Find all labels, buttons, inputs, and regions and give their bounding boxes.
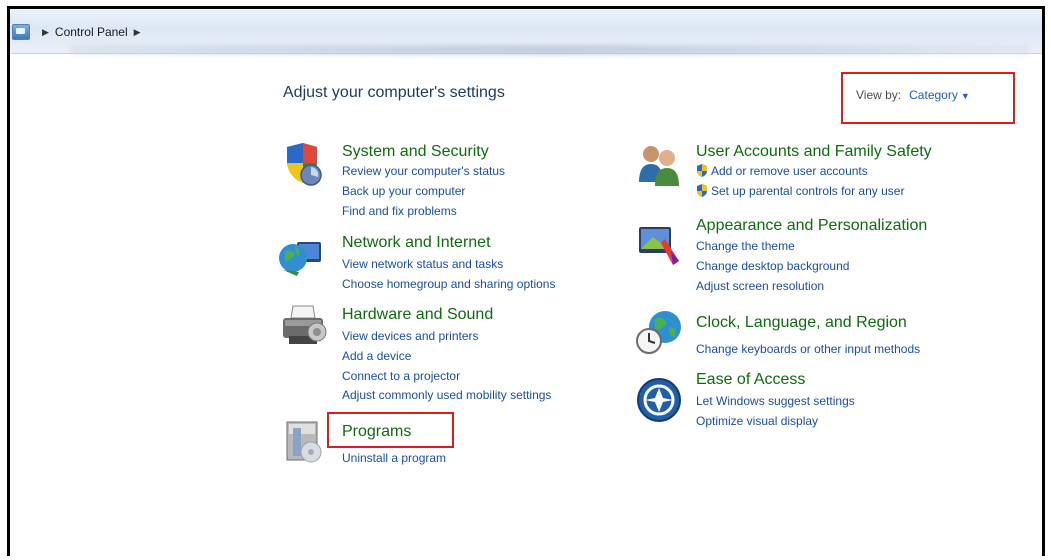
programs-icon[interactable] xyxy=(279,418,327,466)
view-by-dropdown[interactable]: Category ▼ xyxy=(909,88,970,102)
network-globe-icon[interactable] xyxy=(277,232,325,280)
chevron-right-icon[interactable]: ▶ xyxy=(134,27,141,38)
shield-icon[interactable] xyxy=(279,139,327,187)
uac-shield-icon xyxy=(697,164,707,177)
ease-of-access-icon[interactable] xyxy=(635,376,683,424)
category-network-internet[interactable]: Network and Internet xyxy=(342,234,491,252)
printer-icon[interactable] xyxy=(279,302,327,350)
link-projector[interactable]: Connect to a projector xyxy=(342,369,460,383)
link-optimize-display[interactable]: Optimize visual display xyxy=(696,414,818,428)
link-homegroup[interactable]: Choose homegroup and sharing options xyxy=(342,277,555,291)
breadcrumb: ▶ Control Panel ▶ xyxy=(12,19,147,45)
chevron-right-icon[interactable]: ▶ xyxy=(42,27,49,38)
uac-shield-icon xyxy=(697,184,707,197)
link-parental-controls[interactable]: Set up parental controls for any user xyxy=(696,184,904,198)
link-uninstall[interactable]: Uninstall a program xyxy=(342,451,446,465)
appearance-icon[interactable] xyxy=(635,221,683,269)
category-clock-language[interactable]: Clock, Language, and Region xyxy=(696,314,907,332)
link-desktop-background[interactable]: Change desktop background xyxy=(696,259,849,273)
category-ease-of-access[interactable]: Ease of Access xyxy=(696,371,805,389)
users-icon[interactable] xyxy=(635,140,683,188)
link-add-remove-users-text[interactable]: Add or remove user accounts xyxy=(711,164,868,178)
toolbar-blur xyxy=(70,45,1030,55)
link-find-fix[interactable]: Find and fix problems xyxy=(342,204,457,218)
category-hardware-sound[interactable]: Hardware and Sound xyxy=(342,306,493,324)
view-by-label: View by: xyxy=(856,88,902,102)
link-mobility[interactable]: Adjust commonly used mobility settings xyxy=(342,388,551,402)
breadcrumb-control-panel[interactable]: Control Panel xyxy=(55,25,128,39)
link-back-up[interactable]: Back up your computer xyxy=(342,184,465,198)
view-by: View by: Category ▼ xyxy=(856,88,970,102)
category-user-accounts[interactable]: User Accounts and Family Safety xyxy=(696,143,932,161)
category-system-security[interactable]: System and Security xyxy=(342,143,489,161)
address-toolbar xyxy=(10,9,1042,55)
category-appearance[interactable]: Appearance and Personalization xyxy=(696,217,927,235)
link-add-remove-users[interactable]: Add or remove user accounts xyxy=(696,164,868,178)
control-panel-small-icon[interactable] xyxy=(12,24,30,40)
link-windows-suggest[interactable]: Let Windows suggest settings xyxy=(696,394,855,408)
chevron-down-icon[interactable]: ▼ xyxy=(961,91,970,101)
clock-globe-icon[interactable] xyxy=(635,307,683,355)
link-devices-printers[interactable]: View devices and printers xyxy=(342,329,479,343)
category-programs[interactable]: Programs xyxy=(342,423,411,441)
page-title: Adjust your computer's settings xyxy=(283,84,505,101)
link-change-theme[interactable]: Change the theme xyxy=(696,239,795,253)
link-network-status[interactable]: View network status and tasks xyxy=(342,257,503,271)
link-add-device[interactable]: Add a device xyxy=(342,349,411,363)
link-keyboards[interactable]: Change keyboards or other input methods xyxy=(696,342,920,356)
link-screen-resolution[interactable]: Adjust screen resolution xyxy=(696,279,824,293)
link-parental-controls-text[interactable]: Set up parental controls for any user xyxy=(711,184,904,198)
view-by-value[interactable]: Category xyxy=(909,88,958,102)
link-review-status[interactable]: Review your computer's status xyxy=(342,164,505,178)
